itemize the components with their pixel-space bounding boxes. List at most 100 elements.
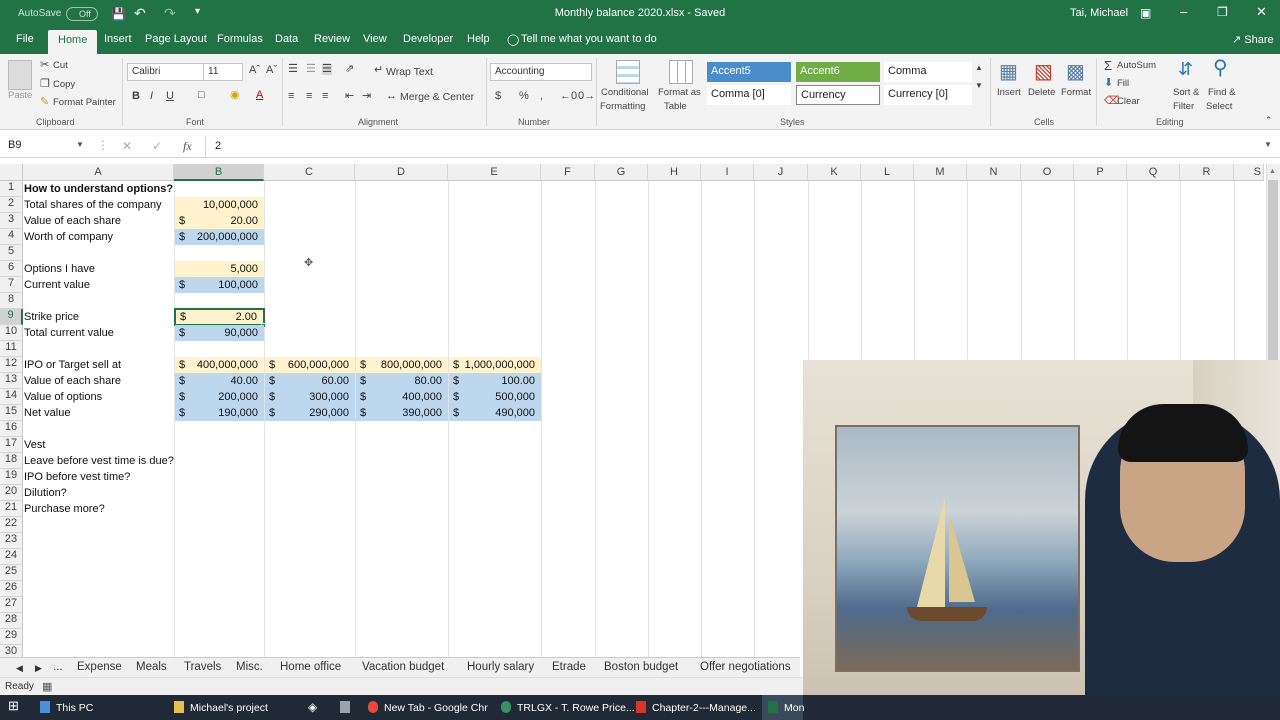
cell-c15[interactable]: $290,000 [265, 405, 355, 421]
fill-color-icon[interactable]: ◉ [230, 90, 240, 101]
taskbar-item-excel[interactable]: Mon [762, 695, 804, 720]
cell-a10[interactable]: Total current value [24, 325, 114, 341]
tab-developer[interactable]: Developer [403, 33, 453, 45]
align-top-icon[interactable]: ☰ [288, 64, 298, 75]
row-header[interactable]: 26 [0, 581, 23, 597]
font-name-select[interactable]: Calibri [127, 63, 205, 81]
row-header[interactable]: 4 [0, 229, 23, 245]
find-select-label-2[interactable]: Select [1206, 101, 1232, 112]
formula-input[interactable]: 2 [215, 140, 221, 152]
cell-d14[interactable]: $400,000 [356, 389, 448, 405]
row-header[interactable]: 7 [0, 277, 23, 293]
cell-e12[interactable]: $1,000,000,000 [449, 357, 541, 373]
tab-home[interactable]: Home [48, 30, 98, 54]
column-header-g[interactable]: G [595, 164, 648, 181]
ribbon-display-icon[interactable]: ▣ [1140, 6, 1151, 20]
percent-icon[interactable]: % [519, 91, 529, 102]
wrap-text-button[interactable]: Wrap Text [386, 66, 433, 78]
cell-b10[interactable]: $90,000 [175, 325, 264, 341]
collapse-ribbon-icon[interactable]: ⌃ [1265, 116, 1273, 125]
row-header[interactable]: 23 [0, 533, 23, 549]
cell-b4[interactable]: $200,000,000 [175, 229, 264, 245]
align-center-icon[interactable]: ≡ [306, 91, 312, 102]
cut-button[interactable]: Cut [53, 60, 68, 71]
cell-a21[interactable]: Purchase more? [24, 501, 105, 517]
cell-a1[interactable]: How to understand options? [24, 181, 173, 197]
row-header[interactable]: 6 [0, 261, 23, 277]
row-header[interactable]: 27 [0, 597, 23, 613]
windows-start-icon[interactable]: ⊞ [8, 695, 19, 720]
column-header-s[interactable]: S [1234, 164, 1264, 181]
decrease-indent-icon[interactable]: ⇤ [345, 91, 354, 102]
column-header-f[interactable]: F [541, 164, 595, 181]
cell-b13[interactable]: $40.00 [175, 373, 264, 389]
prev-sheet-icon[interactable]: ◀ [16, 663, 23, 674]
sheet-tab-travels[interactable]: Travels [184, 661, 221, 673]
calculator-icon[interactable] [340, 695, 356, 720]
borders-icon[interactable]: □ [198, 90, 205, 101]
cell-e15[interactable]: $490,000 [449, 405, 541, 421]
style-comma[interactable]: Comma [884, 62, 972, 82]
cell-a4[interactable]: Worth of company [24, 229, 113, 245]
minimize-icon[interactable]: – [1180, 4, 1187, 19]
style-accent5[interactable]: Accent5 [707, 62, 791, 82]
cell-e14[interactable]: $500,000 [449, 389, 541, 405]
row-header[interactable]: 8 [0, 293, 23, 309]
macro-record-icon[interactable]: ▦ [42, 680, 52, 693]
cell-d12[interactable]: $800,000,000 [356, 357, 448, 373]
confirm-entry-icon[interactable]: ✓ [152, 139, 162, 153]
row-header[interactable]: 24 [0, 549, 23, 565]
row-header[interactable]: 18 [0, 453, 23, 469]
row-header[interactable]: 11 [0, 341, 23, 357]
copy-button[interactable]: Copy [53, 79, 75, 90]
align-middle-icon[interactable]: ☰ [306, 64, 316, 75]
styles-scroll-down-icon[interactable]: ▼ [975, 82, 983, 90]
sheet-tab-vacation-budget[interactable]: Vacation budget [362, 661, 444, 673]
cell-b15[interactable]: $190,000 [175, 405, 264, 421]
font-size-select[interactable]: 11 [203, 63, 243, 81]
user-name[interactable]: Tai, Michael [1070, 7, 1128, 19]
cell-b7[interactable]: $100,000 [175, 277, 264, 293]
column-header-p[interactable]: P [1074, 164, 1127, 181]
cell-a3[interactable]: Value of each share [24, 213, 121, 229]
row-header[interactable]: 15 [0, 405, 23, 421]
row-header[interactable]: 3 [0, 213, 23, 229]
cell-a18[interactable]: Leave before vest time is due? [24, 453, 174, 469]
column-header-k[interactable]: K [808, 164, 861, 181]
cell-d13[interactable]: $80.00 [356, 373, 448, 389]
tab-page-layout[interactable]: Page Layout [145, 33, 207, 45]
column-header-d[interactable]: D [355, 164, 448, 181]
cell-e13[interactable]: $100.00 [449, 373, 541, 389]
column-header-q[interactable]: Q [1127, 164, 1180, 181]
column-header-o[interactable]: O [1021, 164, 1074, 181]
cell-b14[interactable]: $200,000 [175, 389, 264, 405]
number-format-select[interactable]: Accounting [490, 63, 592, 81]
delete-cells-button[interactable]: Delete [1028, 87, 1055, 98]
tab-formulas[interactable]: Formulas [217, 33, 263, 45]
cell-a12[interactable]: IPO or Target sell at [24, 357, 121, 373]
row-header[interactable]: 14 [0, 389, 23, 405]
sheet-tab-misc[interactable]: Misc. [236, 661, 263, 673]
scroll-up-icon[interactable]: ▲ [1269, 168, 1276, 175]
row-header[interactable]: 20 [0, 485, 23, 501]
row-header-selected[interactable]: 9 [0, 309, 23, 325]
column-header-j[interactable]: J [754, 164, 808, 181]
column-header-l[interactable]: L [861, 164, 914, 181]
insert-cells-button[interactable]: Insert [997, 87, 1021, 98]
expand-formula-icon[interactable]: ▼ [1264, 140, 1272, 149]
row-header[interactable]: 17 [0, 437, 23, 453]
cell-b6[interactable]: 5,000 [175, 261, 264, 277]
styles-scroll-up-icon[interactable]: ▲ [975, 64, 983, 72]
cell-c13[interactable]: $60.00 [265, 373, 355, 389]
next-sheet-icon[interactable]: ▶ [35, 663, 42, 674]
name-box-dropdown-icon[interactable]: ▼ [76, 140, 84, 149]
autosum-button[interactable]: AutoSum [1117, 60, 1156, 71]
row-header[interactable]: 10 [0, 325, 23, 341]
taskbar-item-pdf[interactable]: Chapter-2---Manage... [636, 695, 756, 720]
tab-review[interactable]: Review [314, 33, 350, 45]
tab-insert[interactable]: Insert [104, 33, 132, 45]
row-header[interactable]: 29 [0, 629, 23, 645]
bold-icon[interactable]: B [132, 91, 140, 102]
row-header[interactable]: 1 [0, 181, 23, 197]
row-header[interactable]: 13 [0, 373, 23, 389]
